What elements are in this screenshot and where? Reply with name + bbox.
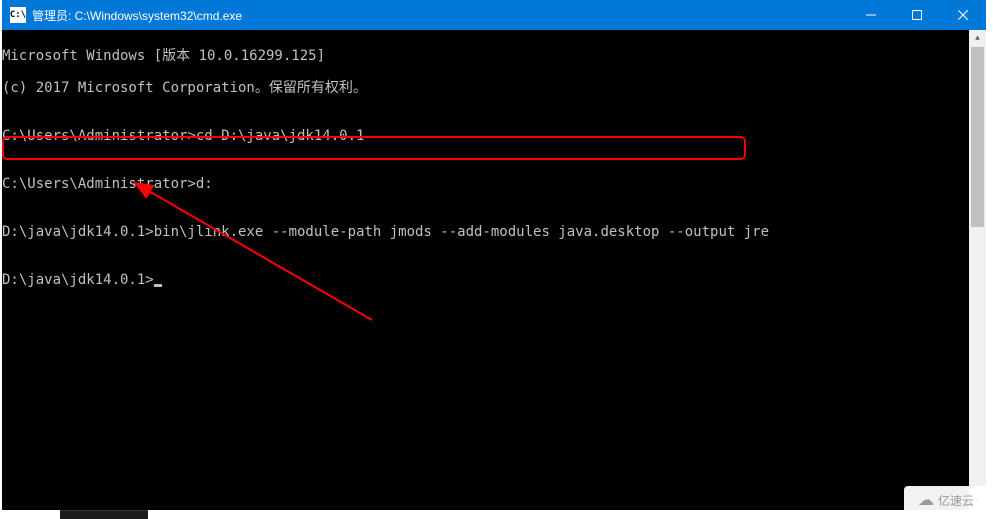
- terminal-line: Microsoft Windows [版本 10.0.16299.125]: [2, 48, 986, 64]
- cmd-window: C:\ 管理员: C:\Windows\system32\cmd.exe Mic…: [2, 0, 986, 510]
- watermark: ☁ 亿速云: [904, 486, 988, 514]
- maximize-button[interactable]: [894, 0, 940, 30]
- terminal-line: D:\java\jdk14.0.1>bin\jlink.exe --module…: [2, 224, 986, 240]
- prompt-text: D:\java\jdk14.0.1>: [2, 272, 154, 288]
- cloud-icon: ☁: [918, 490, 934, 510]
- vertical-scrollbar[interactable]: ▲ ▼: [969, 30, 986, 510]
- titlebar[interactable]: C:\ 管理员: C:\Windows\system32\cmd.exe: [2, 0, 986, 30]
- terminal-line: C:\Users\Administrator>d:: [2, 176, 986, 192]
- scroll-up-button[interactable]: ▲: [969, 30, 986, 47]
- window-controls: [848, 0, 986, 30]
- terminal-prompt-line: D:\java\jdk14.0.1>: [2, 272, 986, 288]
- window-title: 管理员: C:\Windows\system32\cmd.exe: [32, 7, 848, 24]
- cmd-icon: C:\: [10, 7, 26, 23]
- terminal-line: C:\Users\Administrator>cd D:\java\jdk14.…: [2, 128, 986, 144]
- scroll-thumb[interactable]: [971, 47, 984, 227]
- watermark-text: 亿速云: [938, 492, 974, 509]
- cursor: [154, 284, 162, 287]
- minimize-button[interactable]: [848, 0, 894, 30]
- terminal-line: (c) 2017 Microsoft Corporation。保留所有权利。: [2, 80, 986, 96]
- taskbar-fragment: [60, 510, 148, 519]
- close-button[interactable]: [940, 0, 986, 30]
- terminal-output[interactable]: Microsoft Windows [版本 10.0.16299.125] (c…: [2, 30, 986, 510]
